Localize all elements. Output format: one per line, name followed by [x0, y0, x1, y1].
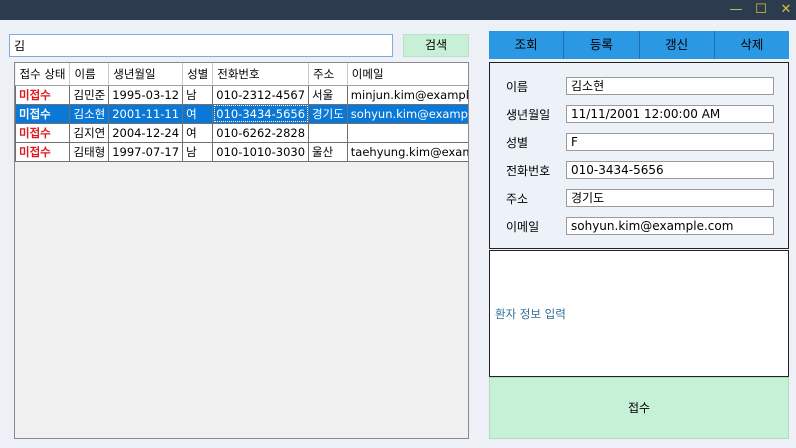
column-header-address[interactable]: 주소 [308, 63, 348, 86]
column-header-email[interactable]: 이메일 [347, 63, 468, 86]
address-cell[interactable]: 울산 [308, 141, 348, 162]
name-cell[interactable]: 김민준 [69, 84, 110, 105]
patient-grid[interactable]: 접수 상태 이름 생년월일 성별 전화번호 주소 이메일 미접수 김민준 199… [14, 62, 469, 439]
email-cell[interactable]: sohyun.kim@example.com [346, 103, 468, 124]
gender-cell[interactable]: 남 [182, 141, 214, 162]
column-header-name[interactable]: 이름 [69, 63, 110, 86]
birth-cell[interactable]: 2001-11-11 [108, 103, 184, 124]
status-cell[interactable]: 미접수 [15, 84, 71, 105]
name-cell[interactable]: 김소현 [69, 103, 110, 124]
status-cell[interactable]: 미접수 [15, 141, 71, 162]
close-icon[interactable]: ✕ [776, 1, 796, 19]
birth-cell[interactable]: 1997-07-17 [108, 141, 184, 162]
tab-delete[interactable]: 삭제 [714, 31, 789, 59]
search-input[interactable] [9, 34, 393, 57]
title-bar: — ☐ ✕ [0, 0, 796, 20]
action-tabs: 조회 등록 갱신 삭제 [489, 31, 789, 59]
column-header-birth[interactable]: 생년월일 [108, 63, 184, 86]
column-header-phone[interactable]: 전화번호 [212, 63, 310, 86]
table-row[interactable]: 미접수 김민준 1995-03-12 남 010-2312-4567 서울 mi… [15, 84, 468, 105]
address-cell[interactable]: 경기도 [308, 103, 348, 124]
email-field[interactable]: sohyun.kim@example.com [566, 217, 774, 235]
birth-cell[interactable]: 1995-03-12 [108, 84, 184, 105]
gender-cell[interactable]: 여 [182, 122, 214, 143]
column-header-status[interactable]: 접수 상태 [15, 63, 71, 86]
phone-label: 전화번호 [506, 164, 551, 178]
maximize-icon[interactable]: ☐ [751, 1, 771, 19]
email-cell[interactable] [346, 122, 468, 143]
phone-cell[interactable]: 010-6262-2828 [212, 122, 310, 143]
gender-cell[interactable]: 여 [182, 103, 214, 124]
table-row[interactable]: 미접수 김태형 1997-07-17 남 010-1010-3030 울산 ta… [15, 141, 468, 162]
patient-details-panel: 이름 김소현 생년월일 11/11/2001 12:00:00 AM 성별 F … [489, 62, 789, 249]
tab-update[interactable]: 갱신 [639, 31, 715, 59]
name-label: 이름 [506, 80, 529, 94]
phone-cell[interactable]: 010-1010-3030 [212, 141, 310, 162]
gender-label: 성별 [506, 136, 529, 150]
name-field[interactable]: 김소현 [566, 77, 774, 95]
status-cell[interactable]: 미접수 [15, 122, 71, 143]
status-cell[interactable]: 미접수 [15, 103, 71, 124]
tab-query[interactable]: 조회 [489, 31, 565, 59]
email-cell[interactable]: minjun.kim@example.com [346, 84, 468, 105]
column-header-gender[interactable]: 성별 [182, 63, 214, 86]
tab-register[interactable]: 등록 [564, 31, 640, 59]
patient-table: 접수 상태 이름 생년월일 성별 전화번호 주소 이메일 미접수 김민준 199… [15, 63, 468, 162]
address-field[interactable]: 경기도 [566, 189, 774, 207]
register-button[interactable]: 접수 [489, 377, 789, 439]
phone-field[interactable]: 010-3434-5656 [566, 161, 774, 179]
table-header-row: 접수 상태 이름 생년월일 성별 전화번호 주소 이메일 [15, 63, 468, 86]
name-cell[interactable]: 김태형 [69, 141, 110, 162]
table-row[interactable]: 미접수 김지연 2004-12-24 여 010-6262-2828 [15, 122, 468, 143]
phone-cell[interactable]: 010-3434-5656 [212, 103, 310, 124]
address-cell[interactable]: 서울 [308, 84, 348, 105]
name-cell[interactable]: 김지연 [69, 122, 110, 143]
gender-cell[interactable]: 남 [182, 84, 214, 105]
search-button[interactable]: 검색 [403, 34, 469, 57]
birth-cell[interactable]: 2004-12-24 [108, 122, 184, 143]
gender-field[interactable]: F [566, 133, 774, 151]
birth-field[interactable]: 11/11/2001 12:00:00 AM [566, 105, 774, 123]
patient-input-panel[interactable]: 환자 정보 입력 [489, 250, 789, 377]
birth-label: 생년월일 [506, 108, 551, 122]
table-row-selected[interactable]: 미접수 김소현 2001-11-11 여 010-3434-5656 경기도 s… [15, 103, 468, 124]
address-cell[interactable] [308, 122, 348, 143]
input-hint-label: 환자 정보 입력 [495, 307, 566, 321]
phone-cell[interactable]: 010-2312-4567 [212, 84, 310, 105]
address-label: 주소 [506, 192, 529, 206]
email-cell[interactable]: taehyung.kim@example.com [346, 141, 468, 162]
email-label: 이메일 [506, 220, 540, 234]
minimize-icon[interactable]: — [726, 1, 746, 19]
